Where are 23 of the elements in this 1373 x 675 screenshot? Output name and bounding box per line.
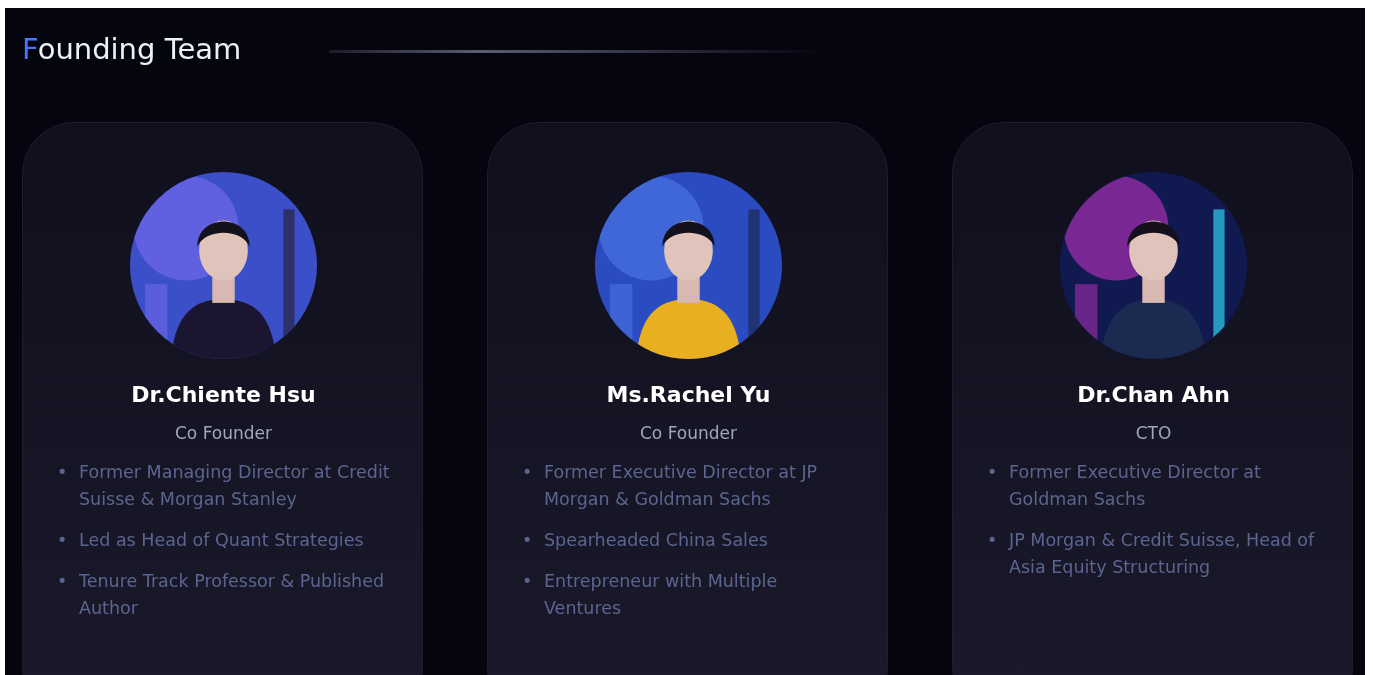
bullet-text: Tenure Track Professor & Published Author	[79, 569, 385, 620]
bullet-text: Former Executive Director at Goldman Sachs	[1009, 460, 1262, 511]
bullet-text: Spearheaded China Sales	[544, 528, 769, 552]
bullet-marker: •	[522, 460, 534, 484]
bullet-text: JP Morgan & Credit Suisse, Head of Asia Equity Structuring	[1009, 528, 1316, 579]
bullet-marker: •	[57, 528, 69, 552]
bullet-marker: •	[57, 569, 69, 593]
bullet-marker: •	[57, 460, 69, 484]
bullet-marker: •	[522, 569, 534, 593]
person-role: Co Founder	[638, 422, 738, 445]
bullet-text: Led as Head of Quant Strategies	[79, 528, 365, 552]
person-name: Dr.Chan Ahn	[1076, 381, 1231, 409]
person-role: Co Founder	[173, 422, 273, 445]
person-role: CTO	[1134, 422, 1173, 445]
bullet-marker: •	[522, 528, 534, 552]
bullet-marker: •	[987, 528, 999, 552]
bullet-text: Former Managing Director at Credit Suisse & Morgan Stanley	[79, 460, 391, 511]
bullet-text: Entrepreneur with Multiple Ventures	[544, 569, 779, 620]
bullet-text: Former Executive Director at JP Morgan & Goldman Sachs	[544, 460, 819, 511]
bullet-marker: •	[987, 460, 999, 484]
section-title: Founding Team	[22, 31, 242, 67]
person-name: Dr.Chiente Hsu	[130, 381, 317, 409]
person-name: Ms.Rachel Yu	[605, 381, 772, 409]
